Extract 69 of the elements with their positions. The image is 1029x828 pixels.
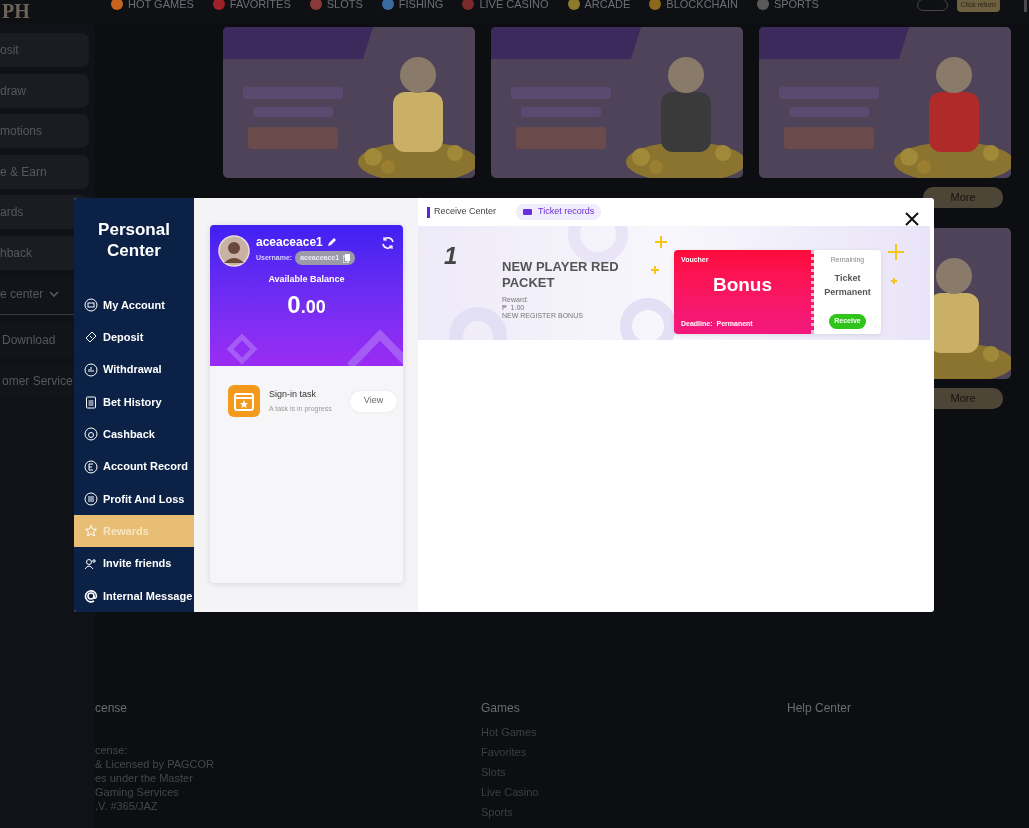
chevron-icon (49, 289, 60, 298)
ring-decoration (568, 226, 628, 264)
username-text: aceaceace1 (256, 235, 323, 249)
nav-link[interactable]: SLOTS (326, 0, 363, 13)
ticket-icon (523, 209, 533, 215)
task-title: Sign-in task (269, 388, 318, 401)
nav-item-icon (84, 395, 98, 410)
nav-link[interactable]: ARCADE (584, 0, 631, 13)
ticket-records-button[interactable]: Ticket records (516, 204, 602, 220)
sparkle-icon (654, 235, 668, 249)
nav-icon (110, 0, 124, 11)
nav-icon (380, 0, 395, 11)
sparkle-icon (650, 265, 660, 275)
sidebar-item[interactable]: draw (0, 73, 89, 108)
nav-icon (648, 0, 663, 11)
balance-label: Available Balance (267, 273, 346, 286)
packet-number: 1 (443, 241, 459, 271)
balance-amount: 0 (287, 290, 301, 319)
sparkle-icon (890, 277, 898, 285)
nav-item-icon (84, 588, 98, 603)
nav-item-icon (84, 298, 98, 313)
footer-heading: cense (95, 700, 129, 717)
nav-item-icon (84, 524, 98, 539)
nav-link[interactable]: BLOCKCHAIN (666, 0, 738, 13)
footer-heading: Help Center (787, 700, 852, 717)
sidebar-item[interactable]: osit (0, 33, 89, 67)
sidebar-item[interactable]: e & Earn (0, 154, 89, 189)
nav-item-icon (84, 362, 98, 377)
modal-nav-item[interactable]: Internal Message (74, 579, 194, 612)
nav-item-icon (84, 427, 98, 442)
nav-item-icon (84, 491, 98, 506)
nav-icon (461, 0, 476, 11)
footer-heading: Games (481, 700, 521, 717)
nav-link[interactable]: SPORTS (773, 0, 819, 13)
modal-nav-item[interactable]: Profit And Loss (74, 482, 194, 516)
nav-icon (211, 0, 226, 11)
nav-link[interactable]: LIVE CASINO (479, 0, 549, 13)
modal-nav-item[interactable]: Account Record (74, 450, 194, 483)
modal-title: Personal Center (97, 219, 171, 262)
calendar-icon (227, 384, 261, 418)
diamond-decoration (226, 333, 258, 365)
voucher-name: Bonus (711, 272, 774, 297)
avatar-icon (218, 235, 250, 267)
sidebar-item[interactable]: motions (0, 114, 89, 149)
nav-item-icon (84, 330, 98, 345)
sparkle-icon (887, 243, 905, 261)
balance-decimals: .00 (300, 295, 326, 319)
receive-center-tab[interactable]: Receive Center (427, 202, 497, 222)
remaining-value: Ticket Permanent (823, 271, 872, 299)
refresh-icon (381, 236, 395, 250)
close-icon (904, 211, 920, 227)
nav-link[interactable]: HOT GAMES (128, 0, 194, 13)
copy-icon (343, 253, 351, 263)
nav-item-icon (84, 459, 98, 474)
nav-link[interactable]: FISHING (398, 0, 444, 13)
nav-link[interactable]: FAVORITES (229, 0, 291, 13)
modal-nav-item[interactable]: Cashback (74, 418, 194, 451)
pencil-icon (326, 237, 337, 247)
chevron-decoration (347, 329, 403, 366)
modal-nav-item[interactable]: Invite friends (74, 547, 194, 580)
packet-title: NEW PLAYER RED PACKET (502, 259, 620, 291)
logo: PH (1, 0, 31, 22)
nav-item-icon (84, 556, 98, 571)
view-button[interactable]: View (350, 390, 397, 412)
nav-icon (755, 0, 770, 11)
ring-decoration (620, 298, 676, 340)
nav-icon (566, 0, 581, 11)
nav-icon (308, 0, 323, 11)
license-text: .V. #365/JAZ (95, 799, 159, 813)
